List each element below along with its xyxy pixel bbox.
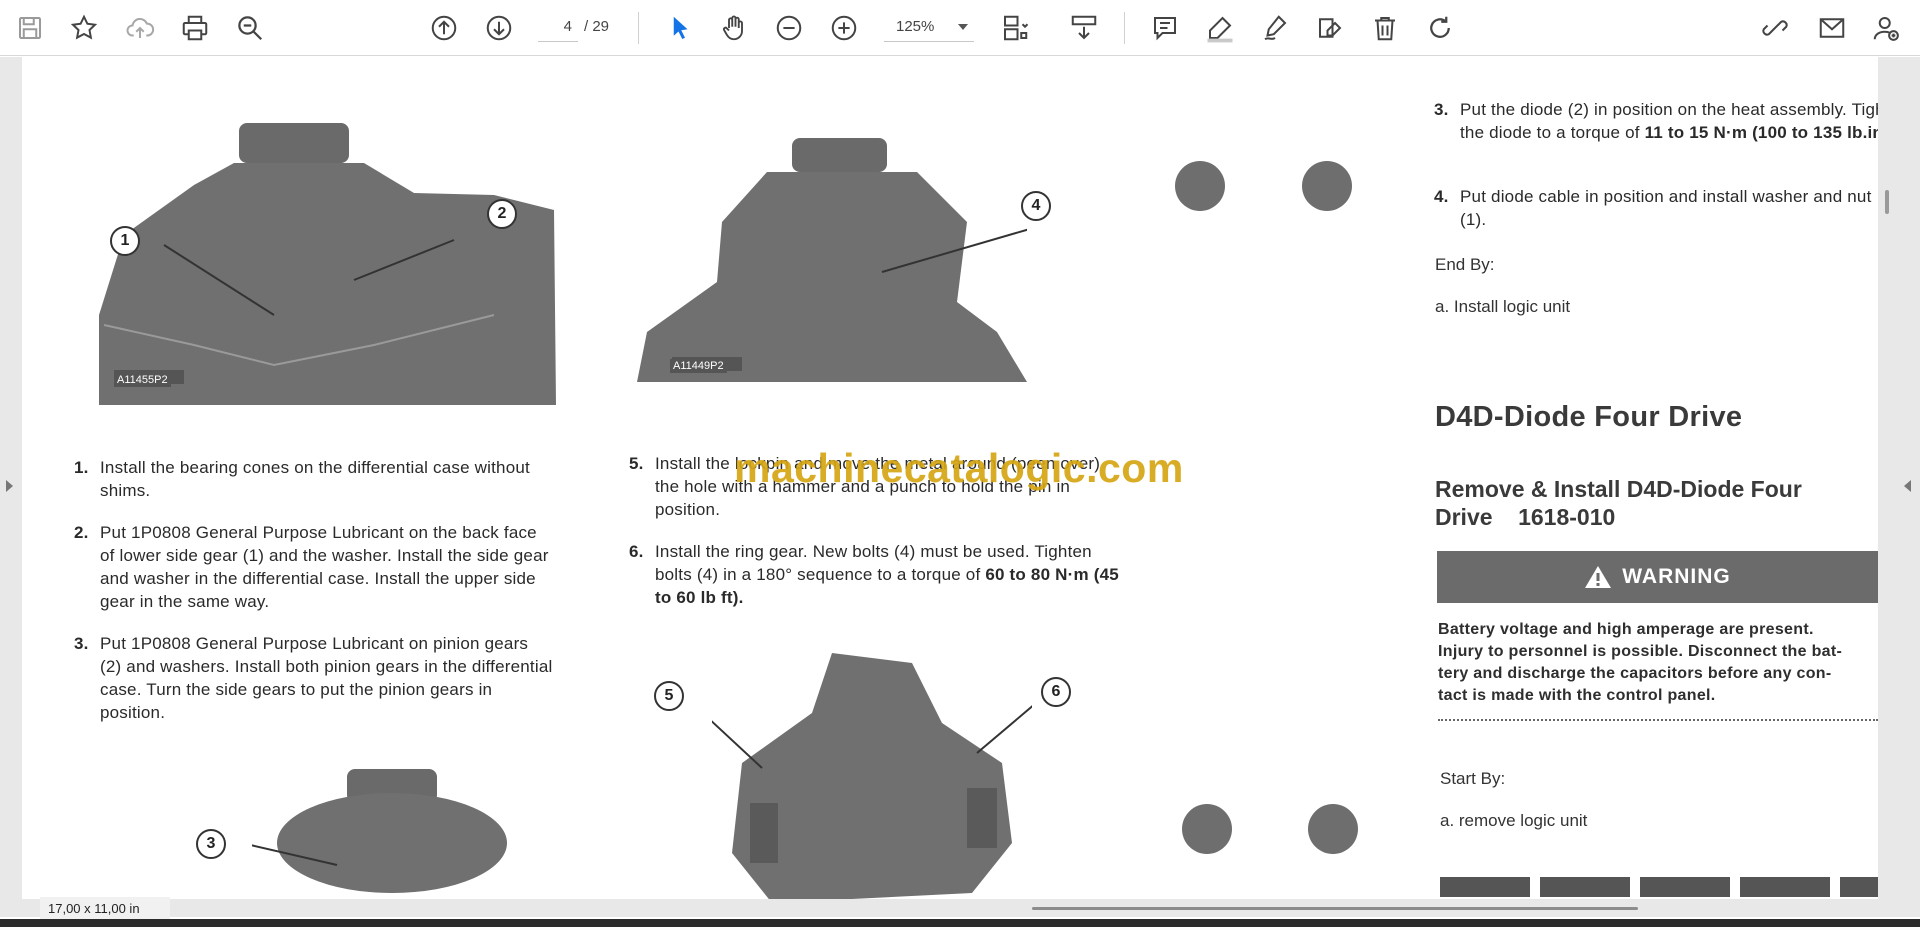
callout-6: 6 bbox=[1041, 677, 1071, 707]
figure-label: A11449P2 bbox=[670, 359, 727, 373]
start-by-label: Start By: bbox=[1440, 769, 1506, 788]
zoom-value: 125% bbox=[896, 18, 935, 35]
hand-tool-icon[interactable] bbox=[714, 8, 754, 48]
share-link-icon[interactable] bbox=[1755, 8, 1795, 48]
section-title: D4D-Diode Four Drive bbox=[1435, 401, 1743, 433]
vertical-scrollbar[interactable] bbox=[1885, 190, 1889, 214]
zoom-in-icon[interactable] bbox=[824, 8, 864, 48]
section-subtitle: Remove & Install D4D-Diode Four Drive 16… bbox=[1435, 476, 1802, 530]
step-3: 3. Put 1P0808 General Purpose Lubricant … bbox=[74, 634, 553, 722]
toolbar: 4 / 29 125% bbox=[0, 0, 1920, 56]
sign-icon[interactable] bbox=[1310, 8, 1350, 48]
upload-cloud-icon[interactable] bbox=[120, 8, 160, 48]
step-4-diode: 4. Put diode cable in position and insta… bbox=[1434, 187, 1872, 229]
bookmark-star-icon[interactable] bbox=[64, 8, 104, 48]
page-down-icon[interactable] bbox=[479, 8, 519, 48]
zoom-search-icon[interactable] bbox=[230, 8, 270, 48]
zoom-select[interactable]: 125% bbox=[884, 12, 974, 42]
print-icon[interactable] bbox=[175, 8, 215, 48]
right-panel-toggle-icon[interactable] bbox=[1904, 480, 1911, 492]
step-3-diode: 3. Put the diode (2) in position on the … bbox=[1434, 100, 1878, 142]
warning-icon bbox=[1585, 566, 1612, 588]
page-size-indicator: 17,00 x 11,00 in bbox=[40, 897, 170, 919]
page-up-icon[interactable] bbox=[424, 8, 464, 48]
end-by-item: a. Install logic unit bbox=[1435, 297, 1571, 316]
comment-icon[interactable] bbox=[1145, 8, 1185, 48]
zoom-out-icon[interactable] bbox=[769, 8, 809, 48]
rotate-icon[interactable] bbox=[1420, 8, 1460, 48]
callout-1: 1 bbox=[110, 226, 140, 256]
pinion-gear-photo bbox=[206, 763, 552, 899]
account-icon[interactable] bbox=[1866, 8, 1906, 48]
email-icon[interactable] bbox=[1812, 8, 1852, 48]
binder-hole bbox=[1182, 804, 1232, 854]
step-2: 2. Put 1P0808 General Purpose Lubricant … bbox=[74, 523, 549, 611]
toolbar-divider bbox=[638, 12, 639, 44]
warning-title: WARNING bbox=[1622, 565, 1731, 588]
warning-text: Battery voltage and high amperage are pr… bbox=[1438, 621, 1843, 704]
callout-5: 5 bbox=[654, 681, 684, 711]
highlight-pen-icon[interactable] bbox=[1200, 8, 1240, 48]
delete-icon[interactable] bbox=[1365, 8, 1405, 48]
save-icon[interactable] bbox=[10, 8, 50, 48]
horizontal-scrollbar[interactable] bbox=[1032, 907, 1638, 910]
start-by-item: a. remove logic unit bbox=[1440, 811, 1588, 830]
page-number-input[interactable]: 4 bbox=[538, 12, 578, 42]
warning-banner: WARNING bbox=[1437, 551, 1878, 603]
page-total: / 29 bbox=[584, 18, 610, 35]
chevron-down-icon bbox=[958, 24, 968, 30]
figure-label: A11455P2 bbox=[114, 373, 171, 387]
select-arrow-icon[interactable] bbox=[660, 8, 700, 48]
draw-pen-icon[interactable] bbox=[1255, 8, 1295, 48]
taskbar-strip bbox=[0, 919, 1920, 927]
binder-hole bbox=[1308, 804, 1358, 854]
callout-2: 2 bbox=[487, 199, 517, 229]
step-1: 1. Install the bearing cones on the diff… bbox=[74, 458, 530, 500]
ring-gear-photo bbox=[691, 653, 1043, 899]
cut-off-text bbox=[1440, 877, 1878, 897]
watermark: machinecatalogic.com bbox=[734, 445, 1184, 491]
end-by-label: End By: bbox=[1435, 255, 1495, 274]
divider bbox=[1438, 719, 1878, 721]
document-viewer: A11455P2 1 2 1. Install the bearing cone… bbox=[0, 57, 1920, 917]
callout-3: 3 bbox=[196, 829, 226, 859]
document-page: A11455P2 1 2 1. Install the bearing cone… bbox=[22, 57, 1878, 899]
page-layout-icon[interactable] bbox=[995, 8, 1035, 48]
scroll-mode-icon[interactable] bbox=[1064, 8, 1104, 48]
binder-hole bbox=[1175, 161, 1225, 211]
binder-hole bbox=[1302, 161, 1352, 211]
left-panel-toggle-icon[interactable] bbox=[6, 480, 13, 492]
toolbar-divider bbox=[1124, 12, 1125, 44]
callout-4: 4 bbox=[1021, 191, 1051, 221]
step-6: 6. Install the ring gear. New bolts (4) … bbox=[629, 542, 1119, 607]
